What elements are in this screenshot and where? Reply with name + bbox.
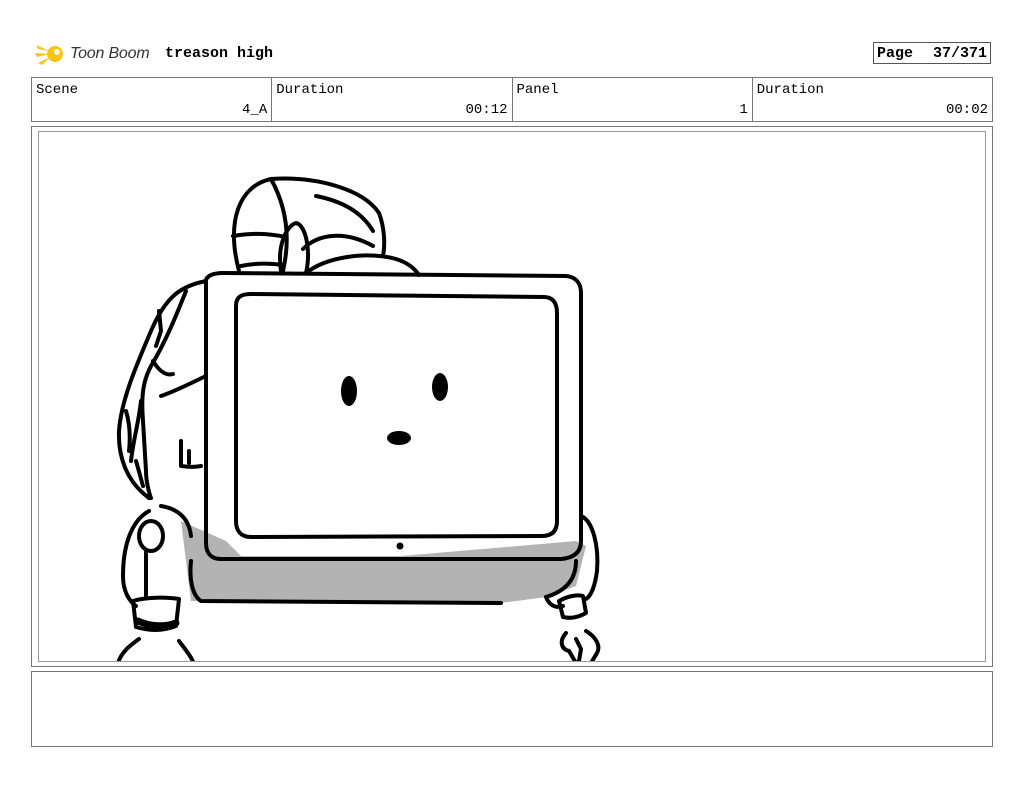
panel-value: 1 [739,102,748,118]
panel-duration-cell: Duration 00:02 [753,78,992,121]
scene-duration-cell: Duration 00:12 [272,78,513,121]
page-label: Page [877,44,914,62]
project-title: treason high [165,45,274,62]
toon-boom-logo-icon [35,45,63,65]
panel-duration-label: Duration [756,82,824,98]
scene-cell: Scene 4_A [32,78,273,121]
storyboard-panel [38,131,986,662]
logo-text: Toon Boom [70,45,150,62]
notes-box [31,671,993,747]
robot-sketch [116,176,601,661]
panel-cell: Panel 1 [513,78,753,121]
toon-boom-logo: Toon Boom [34,38,156,70]
scene-duration-value: 00:12 [465,102,508,118]
panel-label: Panel [516,82,559,98]
page-number: 37/371 [932,44,987,62]
scene-label: Scene [36,82,79,98]
scene-info-row: Scene 4_A Duration 00:12 Panel 1 Duratio… [31,77,993,122]
scene-value: 4_A [242,102,268,118]
page-indicator: Page 37/371 [873,42,991,64]
scene-duration-label: Duration [276,82,344,98]
panel-duration-value: 00:02 [945,102,988,118]
